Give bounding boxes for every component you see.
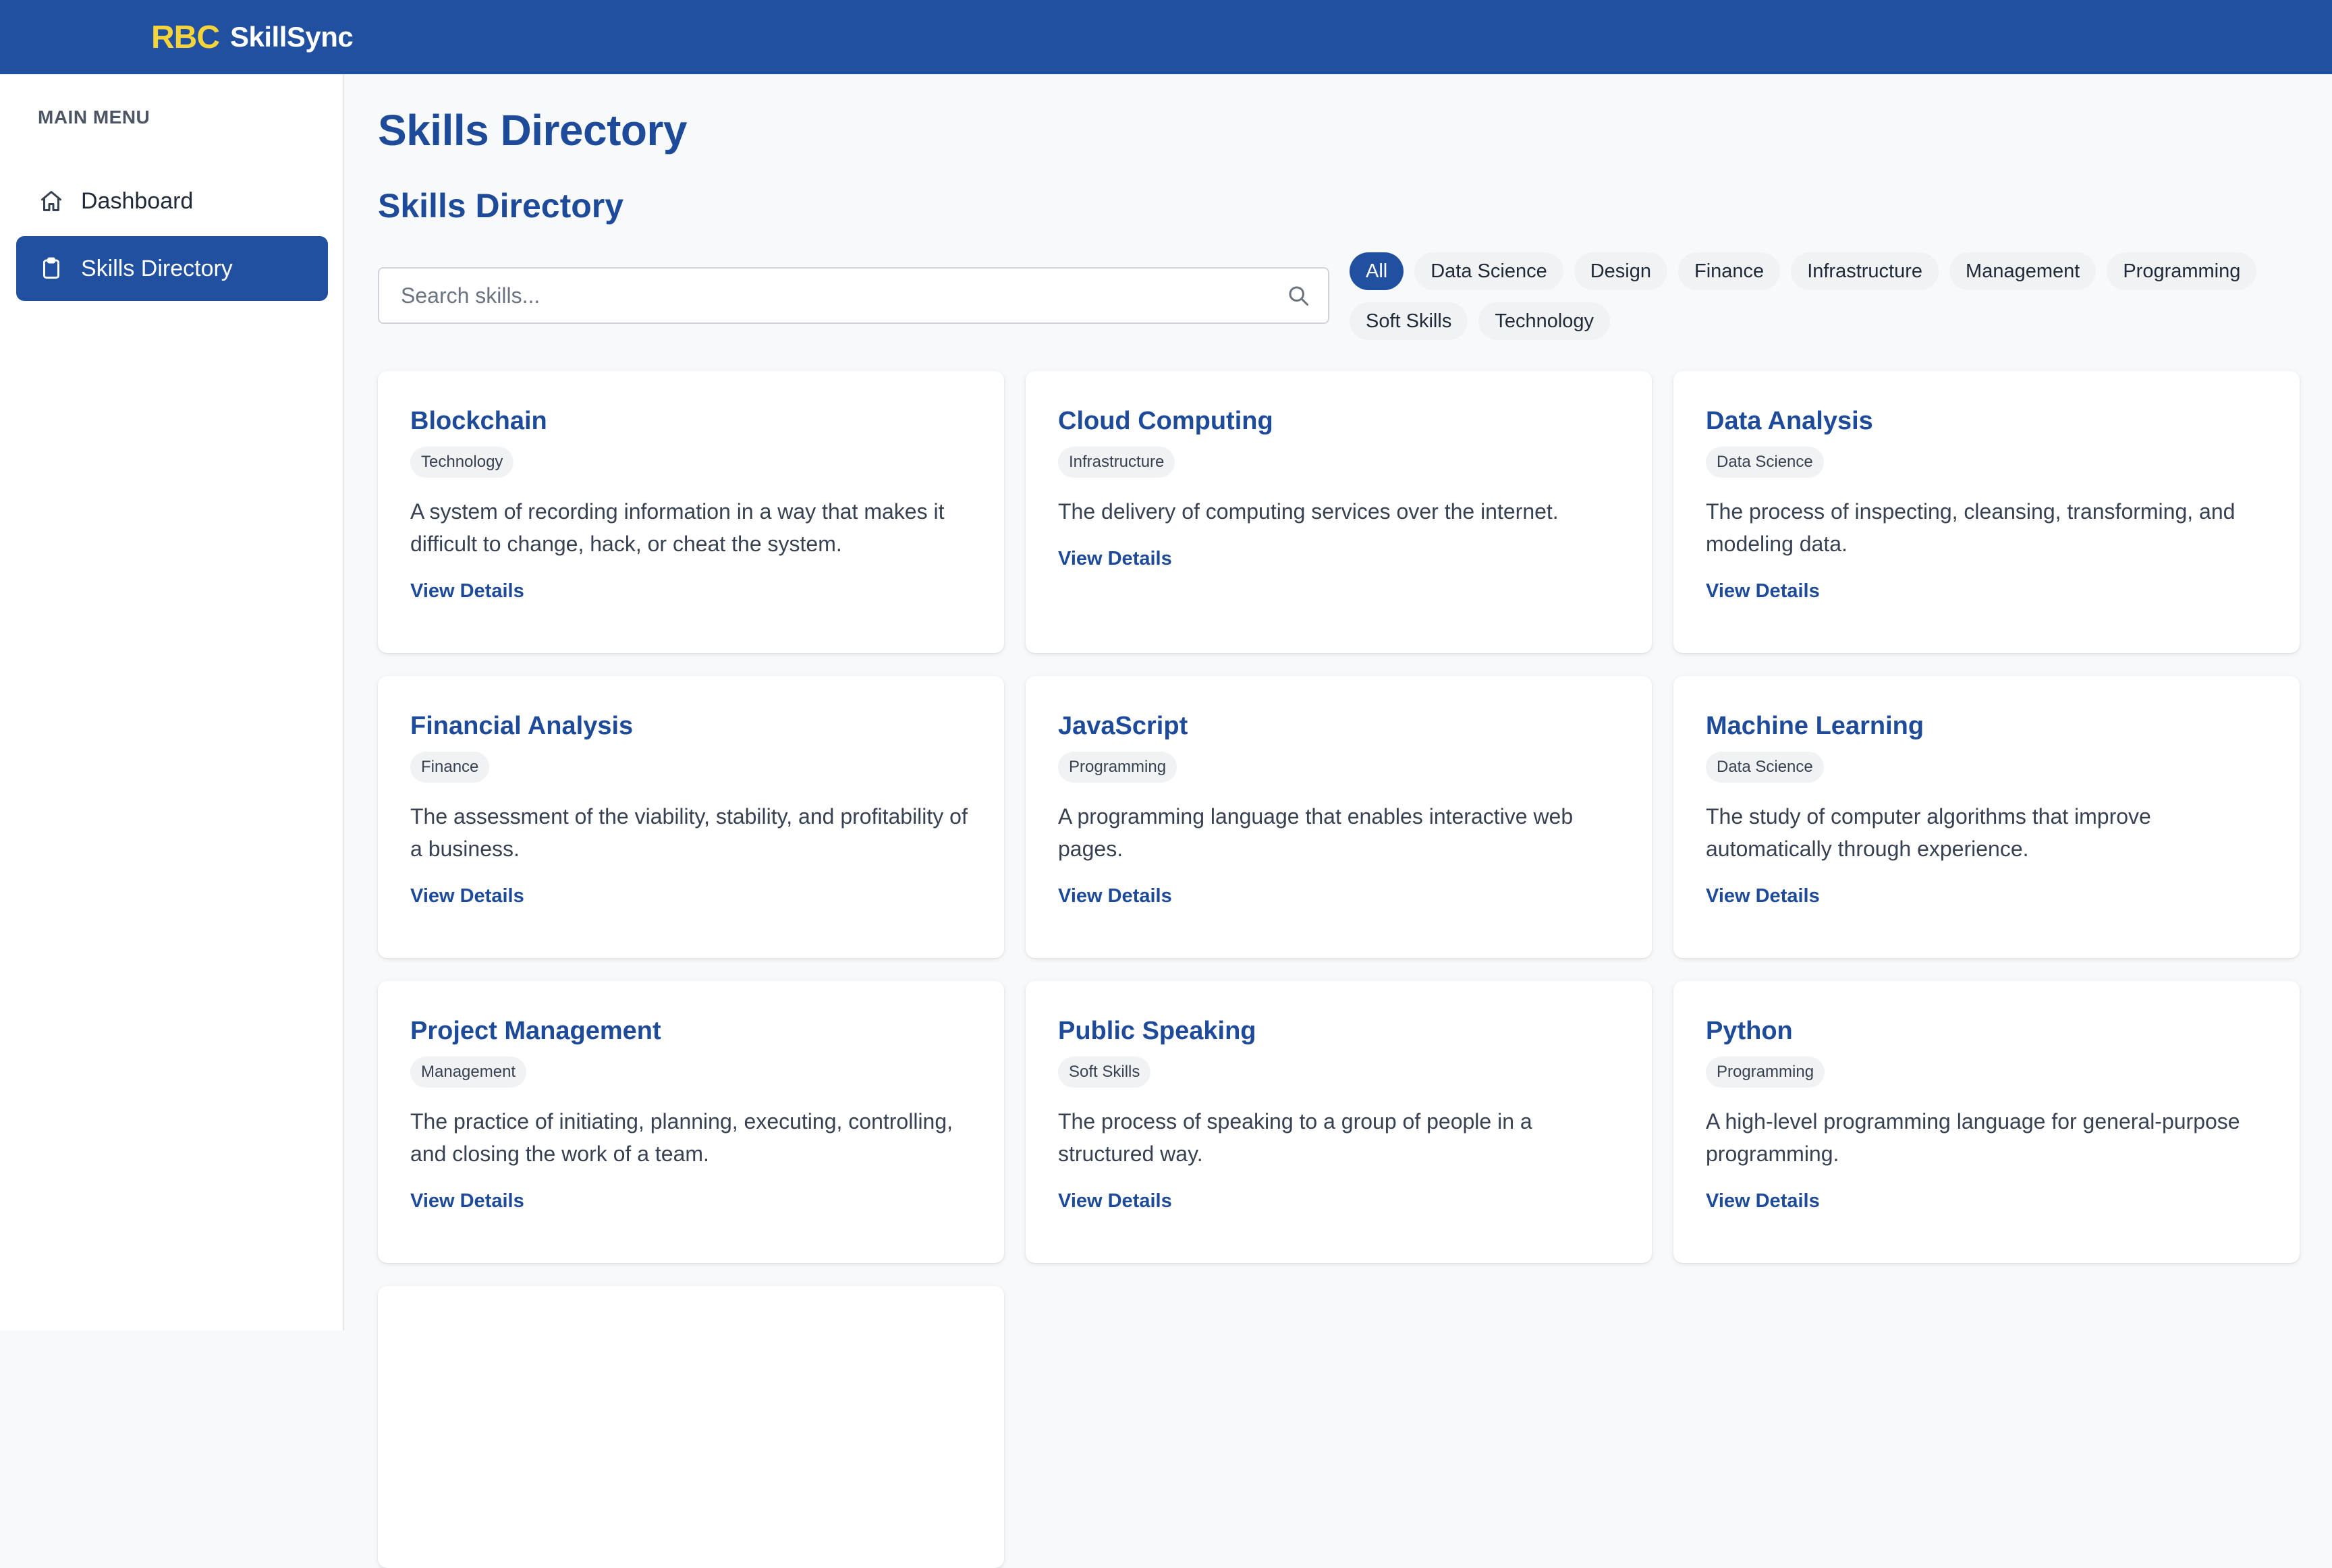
filter-chip-infrastructure[interactable]: Infrastructure (1791, 252, 1939, 290)
skill-description: The process of inspecting, cleansing, tr… (1706, 499, 2236, 556)
skill-title[interactable]: Project Management (410, 1015, 972, 1047)
filter-chip-finance[interactable]: Finance (1678, 252, 1781, 290)
view-details-link[interactable]: View Details (410, 580, 524, 603)
skill-card: Financial Analysis Finance The assessmen… (378, 676, 1004, 958)
category-filters: All Data Science Design Finance Infrastr… (1350, 252, 2308, 340)
app-name[interactable]: SkillSync (230, 21, 354, 53)
category-badge: Soft Skills (1058, 1057, 1151, 1088)
category-badge: Technology (410, 447, 514, 478)
skill-card: Public Speaking Soft Skills The process … (1026, 981, 1652, 1263)
sidebar-item-dashboard[interactable]: Dashboard (16, 169, 328, 233)
filter-chip-all[interactable]: All (1350, 252, 1404, 290)
view-details-link[interactable]: View Details (1706, 885, 1820, 907)
top-bar: RBC SkillSync (0, 0, 2332, 74)
skill-description: The practice of initiating, planning, ex… (410, 1109, 953, 1166)
skill-description: The process of speaking to a group of pe… (1058, 1109, 1532, 1166)
page-title: Skills Directory (378, 106, 688, 155)
skills-grid: Blockchain Technology A system of record… (378, 371, 2300, 1568)
skill-title[interactable]: Data Analysis (1706, 405, 2267, 437)
category-badge: Management (410, 1057, 527, 1088)
category-badge: Data Science (1706, 752, 1824, 783)
section-title: Skills Directory (378, 187, 624, 225)
category-badge: Infrastructure (1058, 447, 1175, 478)
view-details-link[interactable]: View Details (410, 885, 524, 907)
view-details-link[interactable]: View Details (410, 1190, 524, 1212)
skill-card-partial (378, 1286, 1004, 1568)
skill-card: Data Analysis Data Science The process o… (1673, 371, 2300, 653)
category-badge: Programming (1706, 1057, 1825, 1088)
category-badge: Programming (1058, 752, 1177, 783)
skill-title[interactable]: JavaScript (1058, 710, 1619, 742)
search-input[interactable] (379, 269, 1285, 323)
search-icon[interactable] (1285, 282, 1312, 309)
skill-card: Cloud Computing Infrastructure The deliv… (1026, 371, 1652, 653)
skill-card: Blockchain Technology A system of record… (378, 371, 1004, 653)
filter-chip-technology[interactable]: Technology (1478, 302, 1611, 340)
skill-description: The delivery of computing services over … (1058, 499, 1559, 524)
view-details-link[interactable]: View Details (1058, 548, 1172, 570)
skill-title[interactable]: Financial Analysis (410, 710, 972, 742)
skill-title[interactable]: Blockchain (410, 405, 972, 437)
skill-card: JavaScript Programming A programming lan… (1026, 676, 1652, 958)
view-details-link[interactable]: View Details (1706, 1190, 1820, 1212)
skill-card: Project Management Management The practi… (378, 981, 1004, 1263)
view-details-link[interactable]: View Details (1058, 1190, 1172, 1212)
main-content: Skills Directory Skills Directory All Da… (345, 74, 2332, 1568)
skill-card: Python Programming A high-level programm… (1673, 981, 2300, 1263)
category-badge: Data Science (1706, 447, 1824, 478)
filter-chip-data-science[interactable]: Data Science (1414, 252, 1563, 290)
sidebar-item-skills-directory[interactable]: Skills Directory (16, 236, 328, 301)
skill-title[interactable]: Cloud Computing (1058, 405, 1619, 437)
filter-chip-management[interactable]: Management (1949, 252, 2097, 290)
skill-card: Machine Learning Data Science The study … (1673, 676, 2300, 958)
home-icon (38, 188, 65, 215)
filter-chip-design[interactable]: Design (1574, 252, 1668, 290)
search-box (378, 267, 1329, 324)
sidebar-item-label: Dashboard (81, 188, 194, 214)
filter-chip-programming[interactable]: Programming (2107, 252, 2257, 290)
skill-description: A programming language that enables inte… (1058, 804, 1574, 861)
skill-title[interactable]: Public Speaking (1058, 1015, 1619, 1047)
view-details-link[interactable]: View Details (1706, 580, 1820, 603)
skill-description: A high-level programming language for ge… (1706, 1109, 2240, 1166)
view-details-link[interactable]: View Details (1058, 885, 1172, 907)
skill-title[interactable]: Python (1706, 1015, 2267, 1047)
skill-title[interactable]: Machine Learning (1706, 710, 2267, 742)
skill-description: A system of recording information in a w… (410, 499, 945, 556)
sidebar: MAIN MENU Dashboard Skills Directory (0, 74, 344, 1331)
clipboard-icon (38, 255, 65, 282)
category-badge: Finance (410, 752, 490, 783)
skill-description: The assessment of the viability, stabili… (410, 804, 968, 861)
brand-logo[interactable]: RBC (151, 19, 220, 56)
filter-chip-soft-skills[interactable]: Soft Skills (1350, 302, 1468, 340)
menu-heading: MAIN MENU (38, 107, 150, 128)
sidebar-item-label: Skills Directory (81, 255, 233, 281)
skill-description: The study of computer algorithms that im… (1706, 804, 2151, 861)
